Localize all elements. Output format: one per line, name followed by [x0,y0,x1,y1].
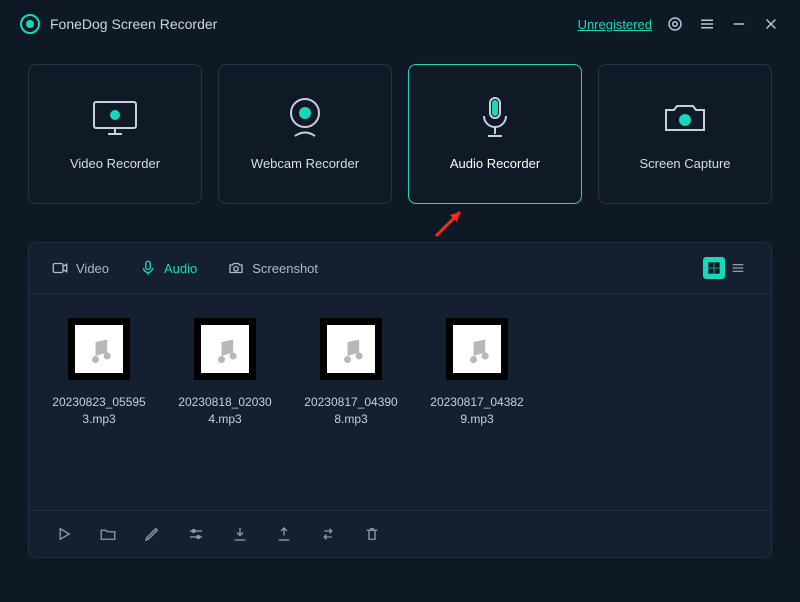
mode-label: Screen Capture [639,156,730,171]
grid-view-button[interactable] [703,257,725,279]
file-thumbnail [68,318,130,380]
mode-screen-capture[interactable]: Screen Capture [598,64,772,204]
webcam-icon [285,98,325,138]
close-icon[interactable] [762,15,780,33]
recordings-panel: Video Audio Screenshot 20230823_055953.m… [28,242,772,558]
microphone-icon [478,98,512,138]
file-item[interactable]: 20230817_043908.mp3 [303,318,399,500]
mode-selector: Video Recorder Webcam Recorder Audio Rec… [0,48,800,204]
panel-tabs: Video Audio Screenshot [29,243,771,294]
mode-label: Audio Recorder [450,156,540,171]
file-thumbnail [446,318,508,380]
file-name: 20230817_043829.mp3 [429,394,525,428]
unregistered-link[interactable]: Unregistered [578,17,652,32]
app-title: FoneDog Screen Recorder [50,16,217,32]
file-grid: 20230823_055953.mp3 20230818_020304.mp3 … [29,294,771,510]
tab-label: Audio [164,261,197,276]
minimize-icon[interactable] [730,15,748,33]
play-icon[interactable] [55,525,73,543]
annotation-arrow [430,202,470,242]
file-item[interactable]: 20230818_020304.mp3 [177,318,273,500]
file-item[interactable]: 20230823_055953.mp3 [51,318,147,500]
folder-icon[interactable] [99,525,117,543]
share-icon[interactable] [275,525,293,543]
tab-screenshot[interactable]: Screenshot [227,259,318,277]
file-toolbar [29,510,771,557]
mode-label: Webcam Recorder [251,156,359,171]
file-name: 20230817_043908.mp3 [303,394,399,428]
file-thumbnail [320,318,382,380]
file-name: 20230818_020304.mp3 [177,394,273,428]
file-thumbnail [194,318,256,380]
list-view-button[interactable] [727,257,749,279]
sliders-icon[interactable] [187,525,205,543]
menu-icon[interactable] [698,15,716,33]
monitor-icon [90,98,140,138]
file-name: 20230823_055953.mp3 [51,394,147,428]
convert-icon[interactable] [319,525,337,543]
tab-label: Video [76,261,109,276]
mode-audio-recorder[interactable]: Audio Recorder [408,64,582,204]
camera-icon [662,98,708,138]
app-logo [20,14,40,34]
settings-icon[interactable] [666,15,684,33]
titlebar: FoneDog Screen Recorder Unregistered [0,0,800,48]
file-item[interactable]: 20230817_043829.mp3 [429,318,525,500]
view-toggle [703,257,749,279]
tab-audio[interactable]: Audio [139,259,197,277]
tab-label: Screenshot [252,261,318,276]
mode-label: Video Recorder [70,156,160,171]
titlebar-right: Unregistered [578,15,780,33]
edit-icon[interactable] [143,525,161,543]
download-icon[interactable] [231,525,249,543]
tab-video[interactable]: Video [51,259,109,277]
mode-webcam-recorder[interactable]: Webcam Recorder [218,64,392,204]
mode-video-recorder[interactable]: Video Recorder [28,64,202,204]
trash-icon[interactable] [363,525,381,543]
